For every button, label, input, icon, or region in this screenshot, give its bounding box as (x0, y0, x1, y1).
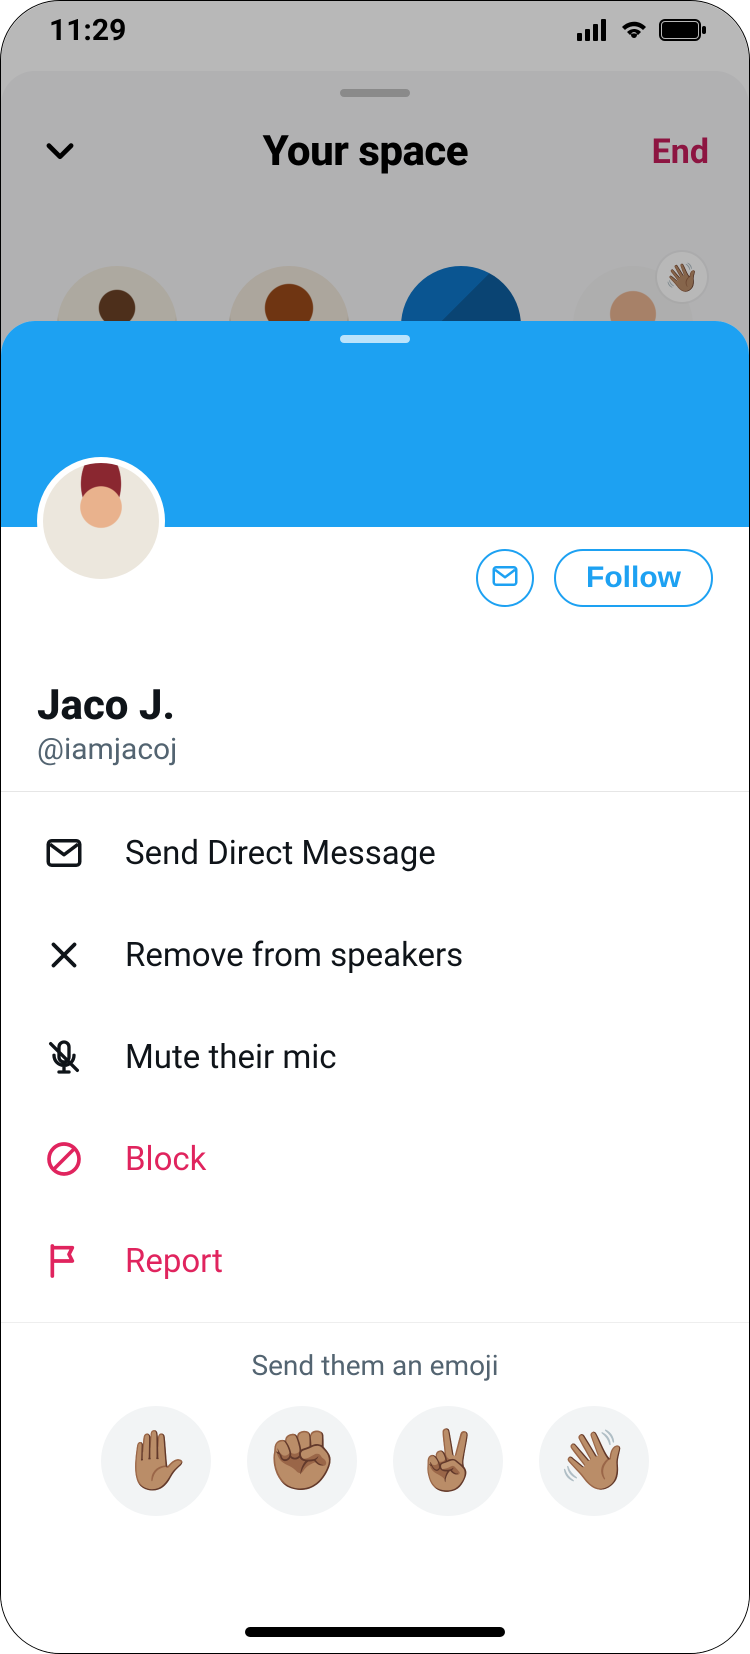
profile-row: Follow (1, 527, 749, 607)
follow-button[interactable]: Follow (554, 549, 713, 607)
profile-sheet: Follow Jaco J. @iamjacoj Send Direct Mes… (1, 321, 749, 1653)
emoji-row: ✋🏽 ✊🏽 ✌🏽 👋🏽 (1, 1406, 749, 1516)
menu-label: Report (125, 1242, 223, 1281)
device-frame: 11:29 Your space End (0, 0, 750, 1654)
menu-item-remove[interactable]: Remove from speakers (1, 904, 749, 1006)
menu-label: Send Direct Message (125, 834, 436, 873)
mail-icon (41, 830, 87, 876)
name-block: Jaco J. @iamjacoj (1, 607, 749, 791)
menu-item-dm[interactable]: Send Direct Message (1, 802, 749, 904)
menu-label: Block (125, 1140, 206, 1179)
mic-off-icon (41, 1034, 87, 1080)
display-name: Jaco J. (37, 681, 713, 730)
dm-button[interactable] (476, 549, 534, 607)
menu: Send Direct Message Remove from speakers… (1, 792, 749, 1322)
emoji-wave[interactable]: 👋🏽 (539, 1406, 649, 1516)
block-icon (41, 1136, 87, 1182)
emoji-raised-hand[interactable]: ✋🏽 (101, 1406, 211, 1516)
home-indicator[interactable] (245, 1627, 505, 1637)
menu-label: Remove from speakers (125, 936, 463, 975)
emoji-fist[interactable]: ✊🏽 (247, 1406, 357, 1516)
close-icon (41, 932, 87, 978)
mail-icon (490, 561, 520, 595)
menu-item-report[interactable]: Report (1, 1210, 749, 1312)
handle: @iamjacoj (37, 732, 713, 767)
flag-icon (41, 1238, 87, 1284)
menu-item-mute[interactable]: Mute their mic (1, 1006, 749, 1108)
menu-label: Mute their mic (125, 1038, 337, 1077)
emoji-section: Send them an emoji ✋🏽 ✊🏽 ✌🏽 👋🏽 (1, 1322, 749, 1556)
grabber-handle[interactable] (340, 335, 410, 343)
emoji-peace[interactable]: ✌🏽 (393, 1406, 503, 1516)
profile-avatar[interactable] (37, 457, 165, 585)
menu-item-block[interactable]: Block (1, 1108, 749, 1210)
emoji-prompt: Send them an emoji (1, 1349, 749, 1382)
